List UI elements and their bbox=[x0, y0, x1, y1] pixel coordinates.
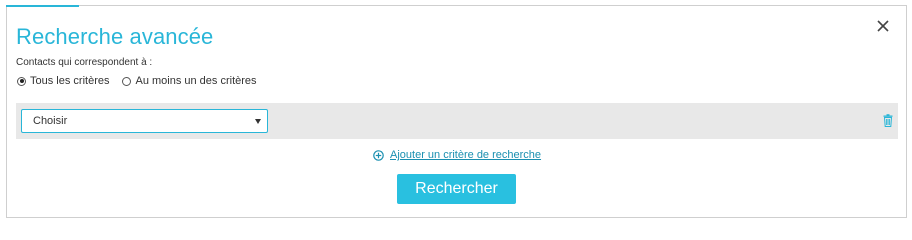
match-all-label: Tous les critères bbox=[30, 75, 110, 87]
add-criterion-label[interactable]: Ajouter un critère de recherche bbox=[390, 149, 541, 161]
search-button[interactable]: Rechercher bbox=[397, 174, 516, 204]
add-criterion-link[interactable]: Ajouter un critère de recherche bbox=[373, 149, 541, 161]
match-all-radio[interactable] bbox=[17, 76, 26, 86]
plus-circle-icon bbox=[373, 149, 384, 161]
active-tab-indicator bbox=[6, 5, 79, 7]
trash-icon[interactable] bbox=[883, 114, 893, 127]
match-any-radio[interactable] bbox=[122, 76, 132, 86]
close-icon[interactable] bbox=[876, 19, 890, 33]
criterion-select[interactable]: Choisir bbox=[21, 109, 268, 133]
match-any-option[interactable]: Au moins un des critères bbox=[122, 75, 257, 87]
match-any-label: Au moins un des critères bbox=[135, 75, 257, 87]
match-mode-label: Contacts qui correspondent à : bbox=[16, 57, 153, 68]
criterion-row: Choisir bbox=[16, 103, 898, 139]
match-all-option[interactable]: Tous les critères bbox=[17, 75, 109, 87]
criterion-select-value: Choisir bbox=[33, 115, 68, 127]
dialog-title: Recherche avancée bbox=[16, 24, 214, 49]
chevron-down-icon bbox=[255, 119, 261, 124]
match-mode-group: Tous les critères Au moins un des critèr… bbox=[17, 75, 270, 87]
advanced-search-panel: Recherche avancée Contacts qui correspon… bbox=[6, 5, 907, 218]
